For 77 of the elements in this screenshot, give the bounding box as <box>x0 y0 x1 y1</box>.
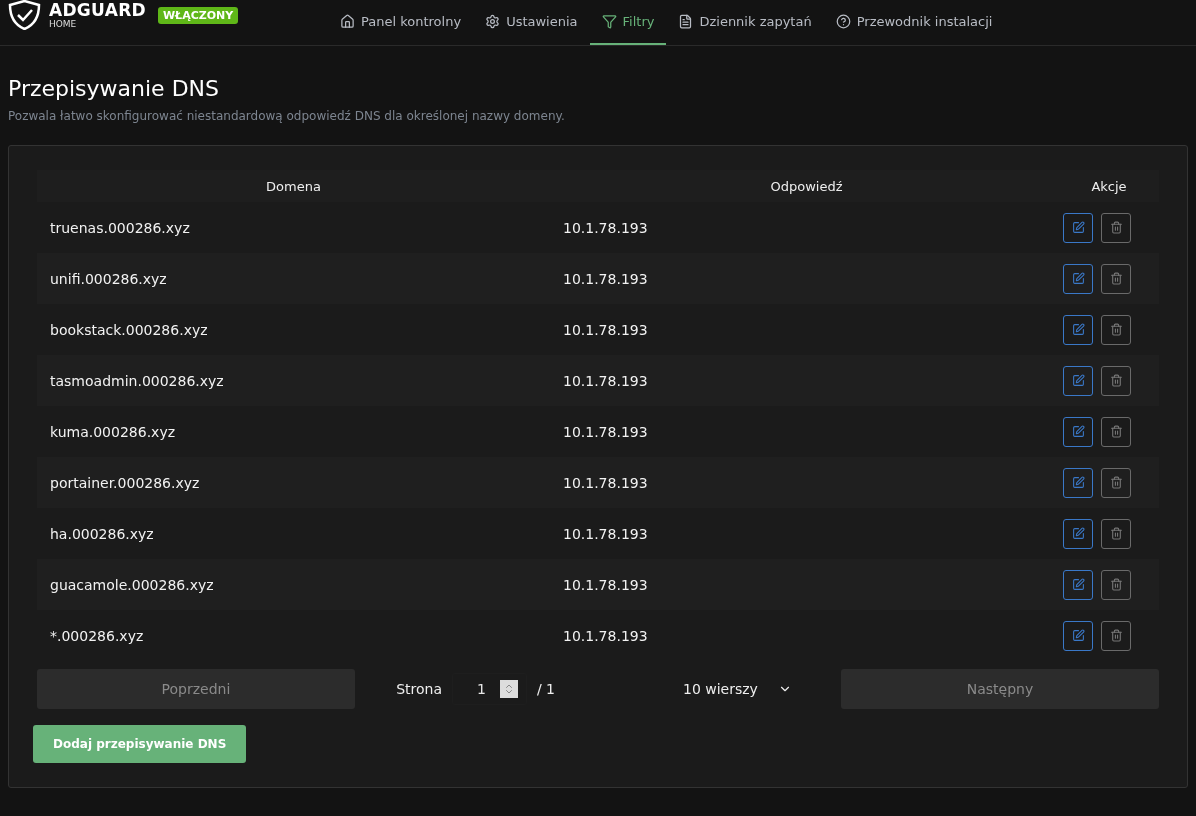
answer-cell-text: 10.1.78.193 <box>562 525 649 542</box>
edit-icon <box>1071 527 1085 540</box>
page-label: Strona <box>396 681 442 697</box>
answer-cell-text: 10.1.78.193 <box>562 270 649 287</box>
shield-check-logo-icon <box>8 0 41 30</box>
domain-cell-text: truenas.000286.xyz <box>49 219 191 236</box>
domain-cell-text: bookstack.000286.xyz <box>49 321 209 338</box>
spinner-control[interactable] <box>499 680 518 698</box>
answer-cell-text: 10.1.78.193 <box>562 219 649 236</box>
answer-cell-text: 10.1.78.193 <box>562 627 649 644</box>
rows-select[interactable]: 10 wierszy <box>674 675 800 703</box>
nav-tab[interactable]: Filtry <box>589 0 667 45</box>
answer-cell-text: 10.1.78.193 <box>562 423 649 440</box>
delete-button[interactable] <box>1101 467 1131 498</box>
status-badge: WŁĄCZONY <box>157 6 239 24</box>
edit-button[interactable] <box>1063 467 1093 498</box>
edit-icon <box>1071 425 1085 438</box>
page-total: / 1 <box>536 681 555 697</box>
answer-cell-text: 10.1.78.193 <box>562 372 649 389</box>
edit-icon <box>1071 476 1085 489</box>
delete-button[interactable] <box>1101 212 1131 243</box>
delete-button[interactable] <box>1101 365 1131 396</box>
edit-button[interactable] <box>1063 416 1093 447</box>
page-title: Przepisywanie DNS <box>8 76 220 101</box>
column-header: Akcje <box>1090 178 1128 194</box>
edit-icon <box>1071 578 1085 591</box>
trash-icon <box>1109 425 1123 438</box>
delete-button[interactable] <box>1101 620 1131 651</box>
domain-cell-text: kuma.000286.xyz <box>49 423 177 440</box>
domain-cell-text: unifi.000286.xyz <box>49 270 168 287</box>
edit-button[interactable] <box>1063 518 1093 549</box>
nav-tab[interactable]: Ustawienia <box>473 0 590 45</box>
edit-button[interactable] <box>1063 263 1093 294</box>
trash-icon <box>1109 629 1123 642</box>
domain-cell-text: tasmoadmin.000286.xyz <box>49 372 225 389</box>
trash-icon <box>1109 578 1123 591</box>
column-header: Domena <box>265 178 322 194</box>
trash-icon <box>1109 374 1123 387</box>
delete-button[interactable] <box>1101 314 1131 345</box>
page-description: Pozwala łatwo skonfigurować niestandardową odpowiedź DNS dla określonej nazwy domeny. <box>8 109 566 123</box>
domain-cell-text: guacamole.000286.xyz <box>49 576 215 593</box>
delete-button[interactable] <box>1101 518 1131 549</box>
settings-icon <box>485 14 501 29</box>
edit-icon <box>1071 221 1085 234</box>
help-icon <box>835 14 851 29</box>
nav-tab[interactable]: Panel kontrolny <box>328 0 474 45</box>
column-header: Odpowiedź <box>769 178 844 194</box>
filter-icon <box>601 14 617 29</box>
delete-button[interactable] <box>1101 263 1131 294</box>
trash-icon <box>1109 272 1123 285</box>
trash-icon <box>1109 527 1123 540</box>
edit-icon <box>1071 374 1085 387</box>
nav-tab[interactable]: Przewodnik instalacji <box>823 0 1005 45</box>
nav-tab[interactable]: Dziennik zapytań <box>666 0 824 45</box>
home-icon <box>340 14 355 29</box>
document-icon <box>678 14 694 29</box>
trash-icon <box>1109 476 1123 489</box>
answer-cell-text: 10.1.78.193 <box>562 474 649 491</box>
delete-button[interactable] <box>1101 416 1131 447</box>
domain-cell-text: *.000286.xyz <box>49 627 145 644</box>
edit-button[interactable] <box>1063 620 1093 651</box>
edit-button[interactable] <box>1063 569 1093 600</box>
edit-icon <box>1071 323 1085 336</box>
answer-cell-text: 10.1.78.193 <box>562 321 649 338</box>
logo-subtitle: HOME <box>49 19 78 29</box>
edit-icon <box>1071 272 1085 285</box>
delete-button[interactable] <box>1101 569 1131 600</box>
edit-icon <box>1071 629 1085 642</box>
domain-cell-text: ha.000286.xyz <box>49 525 155 542</box>
domain-cell-text: portainer.000286.xyz <box>49 474 201 491</box>
edit-button[interactable] <box>1063 314 1093 345</box>
trash-icon <box>1109 221 1123 234</box>
trash-icon <box>1109 323 1123 336</box>
answer-cell-text: 10.1.78.193 <box>562 576 649 593</box>
edit-button[interactable] <box>1063 365 1093 396</box>
edit-button[interactable] <box>1063 212 1093 243</box>
logo-title: ADGUARD <box>49 1 146 19</box>
